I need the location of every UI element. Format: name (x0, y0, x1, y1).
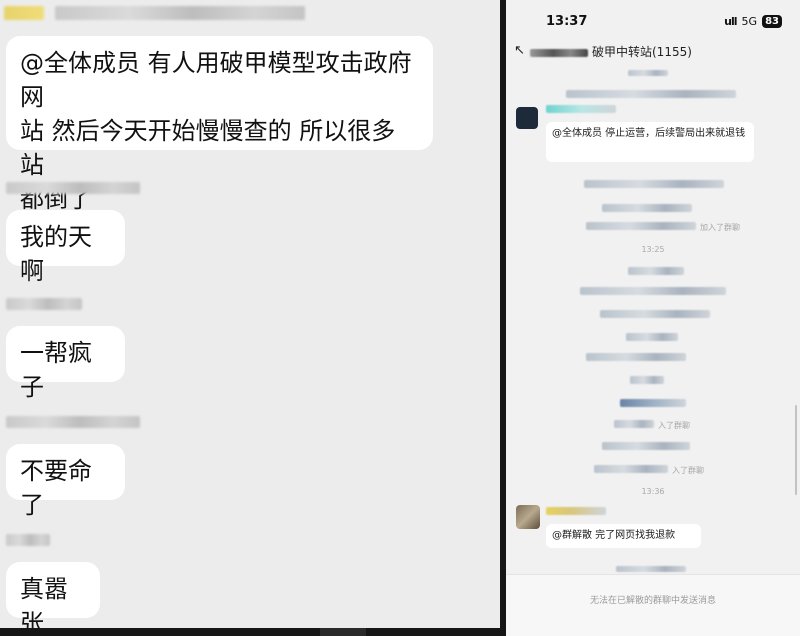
message-bubble: @全体成员 有人用破甲模型攻击政府网 站 然后今天开始慢慢查的 所以很多站 都倒… (6, 36, 433, 213)
blurred-title-prefix (530, 49, 588, 57)
left-chat-panel: @全体成员 有人用破甲模型攻击政府网 站 然后今天开始慢慢查的 所以很多站 都倒… (0, 0, 500, 628)
phone-chat-panel: 13:37 ull 5G 83 ↖ 破甲中转站(1155) @全体成员 停止运营… (506, 0, 800, 636)
message-bubble: 真嚣张 (6, 562, 100, 628)
chat-title: 破甲中转站(1155) (592, 45, 692, 59)
blurred-sender-name (6, 182, 140, 194)
timestamp: 13:36 (641, 487, 665, 496)
system-notice: 加入了群聊 (700, 223, 740, 232)
blurred-text (586, 353, 686, 361)
message-text: 站 然后今天开始慢慢查的 所以很多站 (20, 117, 396, 179)
scrollbar-thumb[interactable] (795, 405, 797, 495)
input-bar: 无法在已解散的群聊中发送消息 (506, 574, 800, 636)
status-bar: 13:37 ull 5G 83 (506, 0, 800, 36)
blurred-text (620, 399, 686, 407)
blurred-text (584, 180, 724, 188)
blurred-sender-name (6, 534, 50, 546)
blurred-sender-name (546, 507, 606, 515)
system-notice: 入了群聊 (658, 421, 690, 430)
blurred-sender-name (6, 416, 140, 428)
blurred-text (580, 287, 726, 295)
chat-header: ↖ 破甲中转站(1155) (506, 40, 800, 64)
blurred-text (594, 465, 668, 473)
message-text: @全体成员 停止运营，后续警局出来就退钱 (552, 128, 746, 139)
blurred-text (602, 442, 690, 450)
timestamp: 13:25 (641, 245, 665, 254)
message-text: 真嚣张 (20, 575, 68, 628)
message-bubble: @全体成员 停止运营，后续警局出来就退钱 (546, 122, 754, 162)
blurred-text (626, 333, 678, 341)
blurred-sender-name (546, 105, 616, 113)
avatar (516, 505, 540, 529)
blurred-text (586, 222, 696, 230)
message-bubble: 我的天啊 (6, 210, 125, 285)
message-text: 我的天啊 (20, 223, 92, 285)
blurred-text (630, 376, 664, 384)
divider-bar (320, 628, 366, 636)
blurred-text (628, 267, 684, 275)
message-text: @全体成员 有人用破甲模型攻击政府网 (20, 49, 412, 111)
message-text: @群解散 完了网页找我退款 (552, 530, 676, 541)
avatar (516, 107, 538, 129)
battery-icon: 83 (762, 15, 782, 28)
disabled-input-notice: 无法在已解散的群聊中发送消息 (589, 596, 716, 606)
back-arrow-icon[interactable]: ↖ (514, 43, 525, 58)
blurred-sender-name (6, 298, 82, 310)
blurred-sender-header (0, 0, 330, 26)
blurred-text (566, 90, 736, 98)
signal-icon: ull (724, 15, 737, 28)
status-time: 13:37 (546, 14, 588, 29)
message-text: 一帮疯子 (20, 339, 92, 401)
blurred-text (600, 310, 710, 318)
message-bubble: 一帮疯子 (6, 326, 125, 401)
status-icons: ull 5G 83 (724, 15, 782, 28)
message-text: 不要命了 (20, 457, 92, 519)
system-notice: 入了群聊 (672, 466, 704, 475)
blurred-text (614, 420, 654, 428)
message-bubble: @群解散 完了网页找我退款 (546, 524, 701, 548)
message-bubble: 不要命了 (6, 444, 125, 519)
blurred-text (628, 70, 668, 76)
blurred-text (616, 566, 686, 572)
blurred-text (602, 204, 692, 212)
network-label: 5G (741, 15, 758, 28)
